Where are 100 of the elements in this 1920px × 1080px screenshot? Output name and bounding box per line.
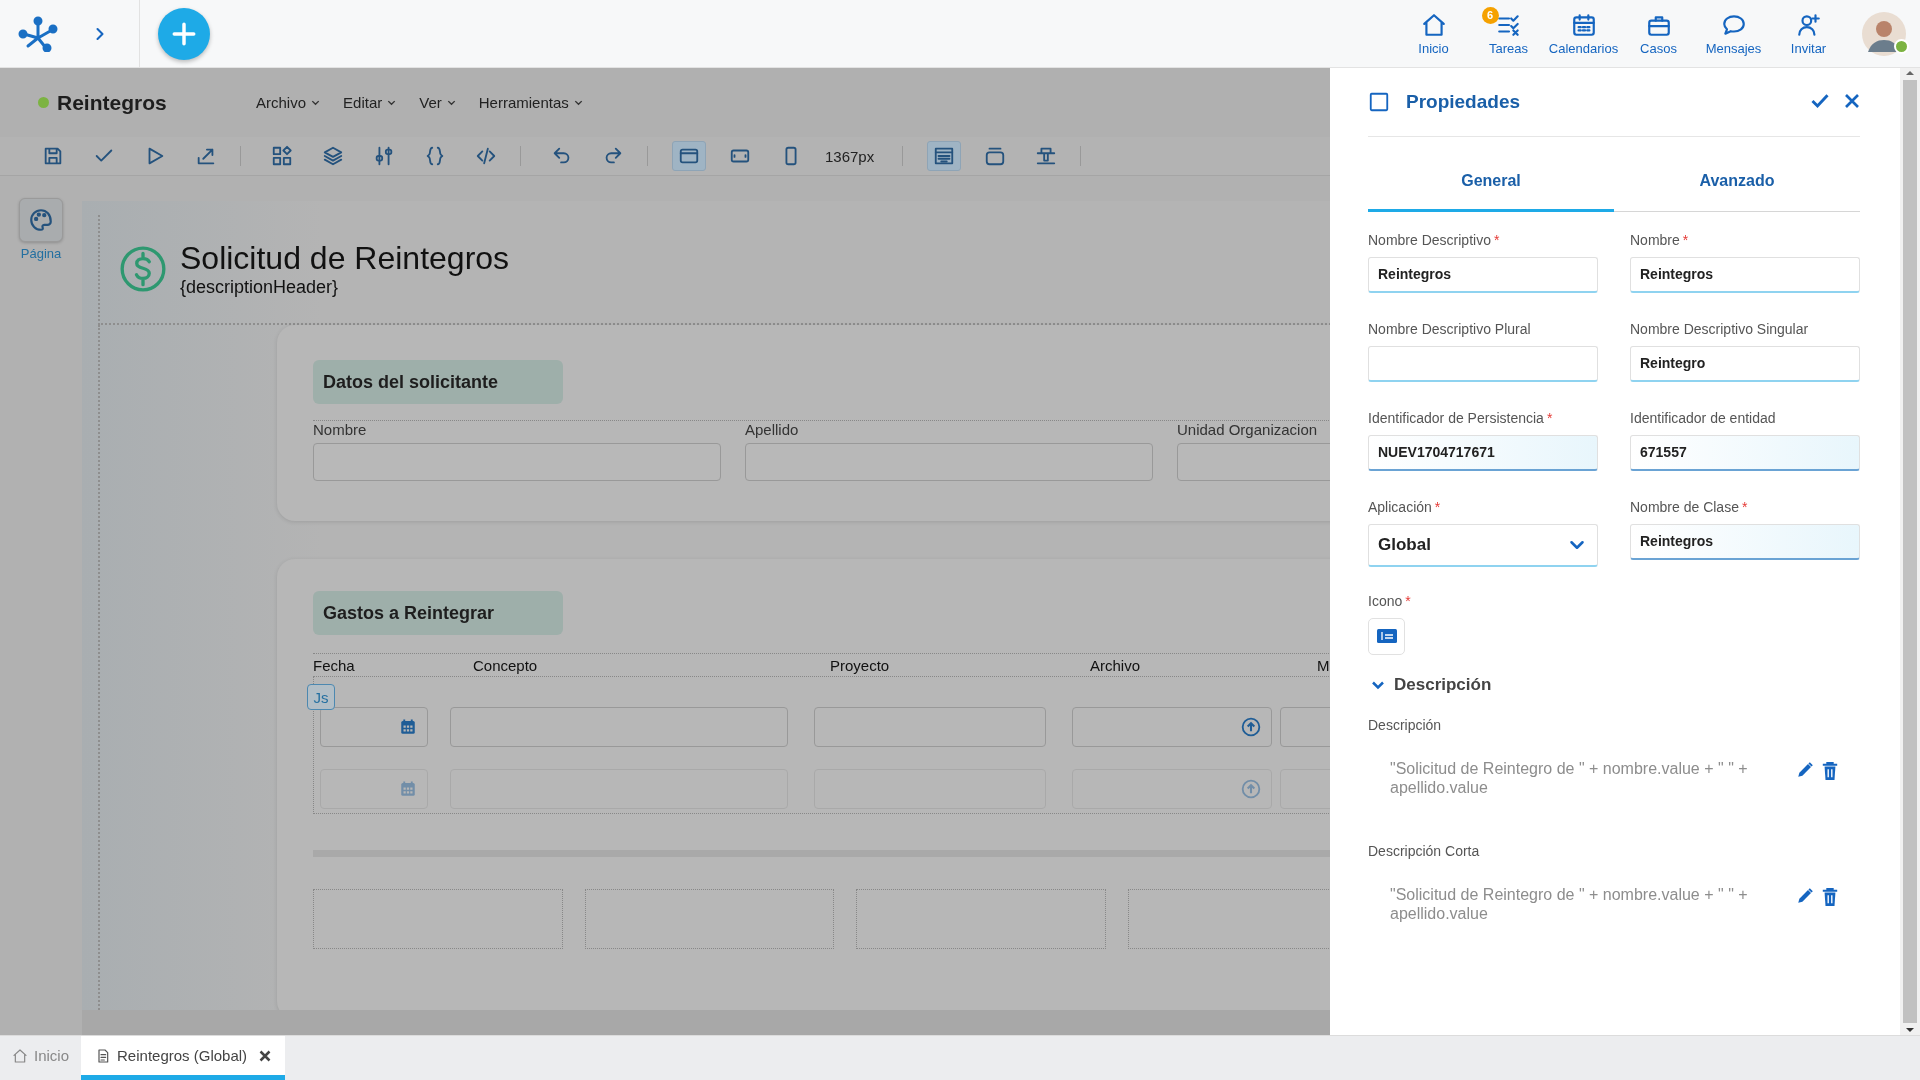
expression-text: "Solicitud de Reintegro de " + nombre.value + " " + apellido.value: [1390, 884, 1749, 923]
menu-button[interactable]: Editar: [343, 88, 410, 117]
home-icon: [1420, 11, 1447, 38]
nav-link[interactable]: Mensajes: [1705, 40, 1762, 56]
close-icon[interactable]: [259, 1049, 272, 1062]
nav-link[interactable]: Tareas: [1489, 40, 1528, 56]
text-field[interactable]: Reintegro: [1630, 345, 1860, 382]
section-header: Gastos a Reintegrar: [313, 591, 563, 635]
input-field[interactable]: [1177, 443, 1330, 481]
editor-title: Reintegros: [57, 90, 167, 115]
required-mark: *: [1741, 498, 1748, 517]
dropdown[interactable]: Global: [1368, 523, 1598, 567]
text-field[interactable]: NUEV1704717671: [1368, 434, 1598, 471]
nav-link[interactable]: Inicio: [1418, 40, 1449, 56]
panel-title: Propiedades: [1406, 91, 1522, 113]
icon-picker-button[interactable]: [1368, 617, 1405, 655]
menu-button[interactable]: Herramientas: [478, 88, 596, 117]
field-label: Apellido: [745, 421, 800, 440]
field-label: Descripción Corta: [1368, 842, 1481, 859]
tab[interactable]: Avanzado: [1614, 153, 1860, 212]
layout-button[interactable]: [927, 141, 962, 171]
save-icon: [42, 145, 64, 167]
sidebar-label: Página: [20, 246, 62, 261]
layout-icon: [933, 145, 956, 167]
home-icon: [12, 1047, 28, 1064]
tab[interactable]: General: [1368, 153, 1614, 212]
column-header: Concepto: [473, 656, 539, 674]
upload-icon: [1241, 717, 1261, 737]
input-field[interactable]: [745, 443, 1153, 481]
column-header: Fecha: [313, 656, 356, 674]
checkbox-icon: [1368, 91, 1390, 113]
input-field[interactable]: [450, 707, 788, 747]
input-field[interactable]: [313, 443, 721, 481]
calendar-icon: [399, 718, 417, 736]
upload-icon: [1241, 779, 1261, 799]
nav-link[interactable]: Invitar: [1790, 40, 1827, 56]
text-field[interactable]: Reintegros: [1368, 256, 1598, 293]
expression-text: "Solicitud de Reintegro de " + nombre.value + " " + apellido.value: [1390, 758, 1749, 797]
field-label: Nombre Descriptivo Plural: [1368, 320, 1531, 339]
column-header: Archivo: [1090, 656, 1142, 674]
page-button[interactable]: [19, 198, 63, 242]
field-label: Identificador de Persistencia: [1368, 409, 1544, 428]
field-label: Aplicación: [1368, 498, 1432, 517]
nav-link[interactable]: Calendarios: [1548, 40, 1619, 56]
form-title: Solicitud de Reintegros: [180, 240, 510, 277]
section-header: Datos del solicitante: [313, 360, 563, 404]
field-label: Nombre: [1630, 231, 1680, 250]
pencil-icon[interactable]: [1796, 886, 1814, 905]
section-toggle[interactable]: Descripción: [1368, 674, 1492, 695]
grid-icon: [271, 145, 293, 167]
column-header: Proyecto: [830, 656, 891, 674]
form-subtitle: {descriptionHeader}: [180, 277, 340, 298]
app-logo[interactable]: [18, 15, 58, 52]
required-mark: *: [1405, 592, 1411, 611]
field-label: Unidad Organizacion: [1177, 421, 1319, 440]
calendar-icon: [1570, 11, 1597, 38]
sliders-icon: [373, 145, 395, 167]
field-label: Nombre Descriptivo Singular: [1630, 320, 1809, 339]
trash-icon[interactable]: [1821, 760, 1839, 781]
avatar[interactable]: [1862, 11, 1906, 56]
tab[interactable]: Reintegros (Global): [81, 1036, 286, 1080]
pencil-icon[interactable]: [1796, 760, 1814, 779]
align-icon: [1035, 145, 1058, 167]
add-user-icon: [1795, 11, 1822, 38]
calendar-icon: [399, 780, 417, 798]
text-field[interactable]: 671557: [1630, 434, 1860, 471]
braces-icon: [424, 145, 446, 167]
date-field[interactable]: [320, 707, 428, 747]
width-reading: 1367px: [825, 147, 875, 165]
trash-icon[interactable]: [1821, 886, 1839, 907]
required-mark: *: [1493, 231, 1500, 250]
text-field[interactable]: Reintegros: [1630, 256, 1860, 293]
panel-icon: [984, 145, 1007, 167]
input-field[interactable]: [814, 707, 1046, 747]
required-mark: *: [1434, 498, 1441, 517]
close-icon: [1844, 92, 1860, 109]
plus-icon: [171, 20, 197, 47]
file-field[interactable]: [1072, 707, 1272, 747]
menu-button[interactable]: Ver: [419, 88, 469, 117]
monitor-button[interactable]: [672, 141, 706, 171]
field-label: Descripción: [1368, 716, 1443, 733]
scrollbar[interactable]: [1900, 68, 1920, 1035]
text-field[interactable]: Reintegros: [1630, 523, 1860, 560]
status-dot: [38, 97, 49, 108]
text-field[interactable]: [1368, 345, 1598, 382]
count-badge: 6: [1481, 6, 1499, 24]
palette-icon: [28, 207, 54, 233]
field-label: Nombre: [313, 421, 368, 440]
add-button[interactable]: [158, 7, 210, 60]
field-label: Nombre de Clase: [1630, 498, 1739, 517]
field-label: Nombre Descriptivo: [1368, 231, 1491, 250]
bill-icon: [1376, 629, 1397, 643]
menu-button[interactable]: Archivo: [256, 88, 334, 117]
field-label: Icono: [1368, 592, 1403, 611]
nav-link[interactable]: Casos: [1640, 40, 1677, 56]
required-mark: *: [1546, 409, 1553, 428]
column-header: M: [1317, 656, 1330, 674]
code-icon: [475, 145, 497, 167]
required-mark: *: [1682, 231, 1689, 250]
dollar-icon: [118, 244, 168, 294]
